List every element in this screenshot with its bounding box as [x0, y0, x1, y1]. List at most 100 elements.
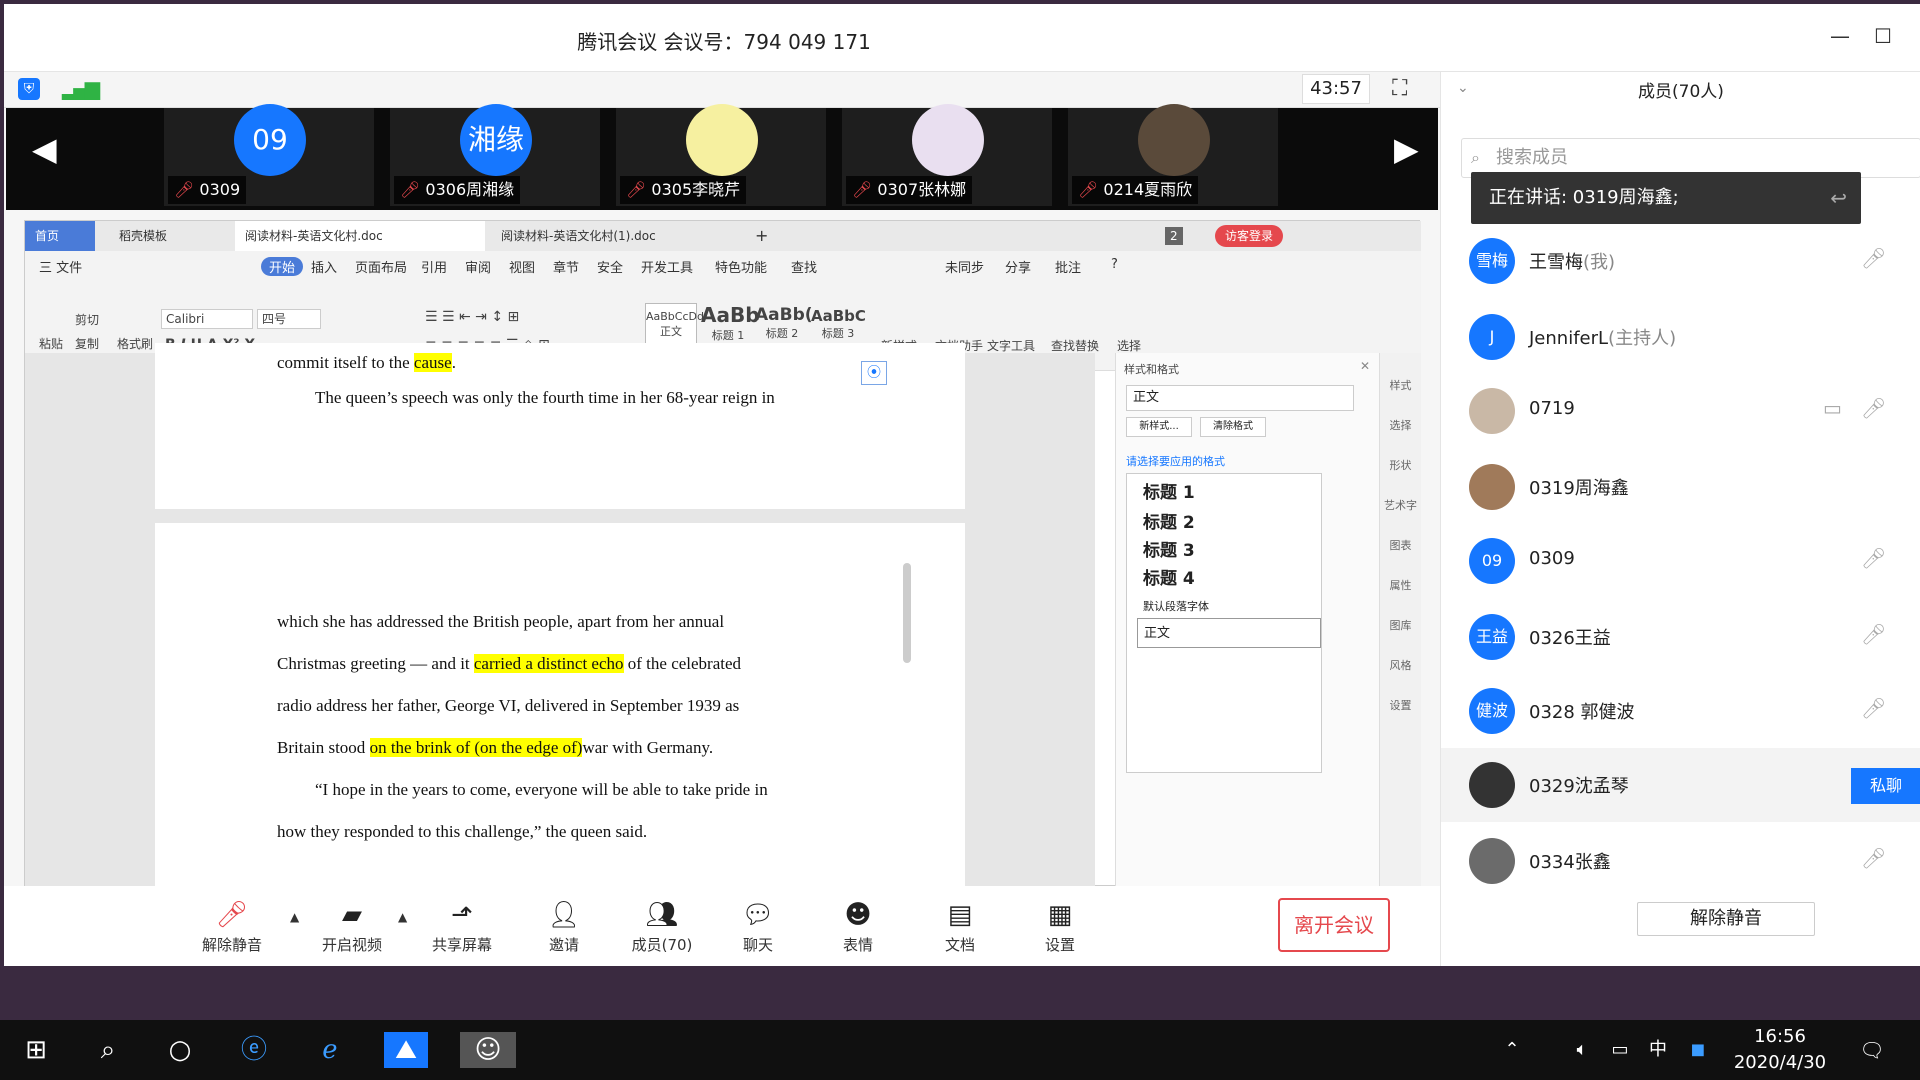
cortana-icon[interactable]: ○: [158, 1032, 202, 1068]
menu-layout[interactable]: 页面布局: [355, 257, 407, 276]
menu-view[interactable]: 视图: [509, 257, 535, 276]
minimize-button[interactable]: —: [1830, 24, 1850, 48]
menu-features[interactable]: 特色功能: [715, 257, 767, 276]
share-screen-button[interactable]: ⬏ 共享屏幕: [422, 898, 502, 955]
maximize-button[interactable]: ☐: [1874, 24, 1892, 48]
side-tool[interactable]: 选择: [1380, 417, 1421, 433]
member-row[interactable]: 0329沈孟琴 私聊: [1441, 748, 1920, 822]
cut-button[interactable]: 剪切: [75, 311, 99, 328]
emoji-button[interactable]: ☻ 表情: [818, 898, 898, 955]
menu-developer[interactable]: 开发工具: [641, 257, 693, 276]
member-row[interactable]: 王益 0326王益 🎤︎: [1441, 600, 1920, 674]
member-row[interactable]: 09 0309 🎤︎: [1441, 524, 1920, 598]
copy-button[interactable]: 复制: [75, 335, 99, 352]
style-heading3[interactable]: AaBbC 标题 3: [811, 307, 866, 341]
unmute-all-button[interactable]: 解除静音: [1637, 902, 1815, 936]
mic-muted-icon[interactable]: 🎤︎: [1861, 696, 1886, 720]
style-heading1[interactable]: AaBb 标题 1: [701, 303, 760, 343]
window-count-badge[interactable]: 2: [1165, 227, 1183, 245]
member-row[interactable]: J JenniferL(主持人): [1441, 300, 1920, 374]
new-tab-button[interactable]: +: [745, 221, 778, 251]
location-pin-icon[interactable]: ⦿: [861, 361, 887, 385]
side-tool[interactable]: 样式: [1380, 377, 1421, 393]
member-row[interactable]: 雪梅 王雪梅(我) 🎤︎: [1441, 224, 1920, 298]
font-size-select[interactable]: 四号: [257, 309, 321, 329]
video-tile[interactable]: 🎤︎ 0214夏雨欣: [1068, 104, 1278, 206]
mic-muted-icon[interactable]: 🎤︎: [1861, 622, 1886, 646]
mic-muted-icon[interactable]: 🎤︎: [1861, 246, 1886, 270]
side-tool[interactable]: 图库: [1380, 617, 1421, 633]
reply-arrow-icon[interactable]: ↩: [1830, 172, 1847, 224]
members-button[interactable]: 👥︎ 成员(70): [622, 898, 702, 955]
side-tool[interactable]: 艺术字: [1380, 497, 1421, 513]
ie-icon[interactable]: ℯ: [308, 1032, 352, 1068]
audio-options-caret-icon[interactable]: ▲: [290, 910, 299, 924]
style-heading2[interactable]: AaBb(标题 2: [755, 305, 813, 341]
video-tile[interactable]: 湘缘 🎤︎ 0306周湘缘: [390, 104, 600, 206]
menu-review[interactable]: 审阅: [465, 257, 491, 276]
side-tool[interactable]: 图表: [1380, 537, 1421, 553]
mic-muted-icon[interactable]: 🎤︎: [1861, 546, 1886, 570]
comment-button[interactable]: 批注: [1055, 257, 1081, 276]
menu-find[interactable]: 查找: [791, 257, 817, 276]
close-icon[interactable]: ✕: [1360, 359, 1370, 373]
paste-button[interactable]: 粘贴: [39, 335, 63, 352]
network-signal-icon[interactable]: ▂▄▆: [62, 76, 100, 100]
help-button[interactable]: ?: [1111, 257, 1118, 272]
notification-icon[interactable]: 🗨︎: [1850, 1032, 1894, 1068]
style-item[interactable]: 标题 3: [1137, 536, 1365, 566]
video-tile[interactable]: 🎤︎ 0307张林娜: [842, 104, 1052, 206]
wps-tab-doc2[interactable]: 阅读材料-英语文化村(1).doc: [491, 221, 666, 251]
format-painter-button[interactable]: 格式刷: [117, 335, 153, 352]
windows-start-icon[interactable]: ⊞: [14, 1032, 58, 1068]
find-replace-button[interactable]: 查找替换: [1051, 337, 1099, 354]
font-name-select[interactable]: Calibri: [161, 309, 253, 329]
tencent-meeting-icon[interactable]: ⛰: [384, 1032, 428, 1068]
clear-format-button[interactable]: 清除格式: [1200, 417, 1266, 437]
document-button[interactable]: ▤ 文档: [920, 898, 1000, 955]
video-tile[interactable]: 🎤︎ 0305李晓芹: [616, 104, 826, 206]
style-item[interactable]: 标题 1: [1137, 478, 1365, 508]
mic-muted-icon[interactable]: 🎤︎: [1861, 846, 1886, 870]
menu-home[interactable]: 开始: [261, 257, 304, 276]
app-icon[interactable]: ☺: [460, 1032, 516, 1068]
doc-scrollbar[interactable]: [903, 563, 911, 663]
video-tile[interactable]: 09 🎤︎ 0309: [164, 104, 374, 206]
private-chat-button[interactable]: 私聊: [1851, 768, 1920, 804]
leave-meeting-button[interactable]: 离开会议: [1278, 898, 1390, 952]
side-tool[interactable]: 风格: [1380, 657, 1421, 673]
chat-button[interactable]: 💬︎ 聊天: [718, 898, 798, 955]
style-item[interactable]: 正文: [1137, 618, 1321, 648]
new-style-button[interactable]: 新样式...: [1126, 417, 1192, 437]
menu-chapter[interactable]: 章节: [553, 257, 579, 276]
member-row[interactable]: 0719 ▭ 🎤︎: [1441, 374, 1920, 448]
select-button[interactable]: 选择: [1117, 337, 1141, 354]
sync-status[interactable]: 未同步: [945, 257, 984, 276]
wps-tab-templates[interactable]: 稻壳模板: [109, 221, 177, 251]
fullscreen-icon[interactable]: ⛶: [1392, 76, 1407, 101]
current-style-select[interactable]: 正文: [1126, 385, 1354, 411]
invite-button[interactable]: 👤︎ 邀请: [524, 898, 604, 955]
login-button[interactable]: 访客登录: [1215, 225, 1284, 247]
ime-indicator[interactable]: 中: [1636, 1032, 1680, 1068]
search-icon[interactable]: ⌕: [86, 1032, 130, 1068]
edge-icon[interactable]: ⓔ: [232, 1032, 276, 1068]
mic-icon[interactable]: 🎤︎: [1861, 396, 1886, 420]
start-video-button[interactable]: ▰ 开启视频: [312, 898, 392, 955]
wps-tab-doc1[interactable]: 阅读材料-英语文化村.doc: [235, 221, 485, 251]
wps-tab-home[interactable]: 首页: [25, 221, 95, 251]
menu-insert[interactable]: 插入: [311, 257, 337, 276]
unmute-button[interactable]: 🎤︎ 解除静音: [192, 898, 272, 955]
tray-chevron-icon[interactable]: ⌃: [1490, 1032, 1534, 1068]
menu-file[interactable]: 三 文件: [39, 257, 82, 276]
style-item[interactable]: 标题 2: [1137, 508, 1365, 538]
prev-arrow-icon[interactable]: ◀: [32, 130, 57, 168]
share-button[interactable]: 分享: [1005, 257, 1031, 276]
text-tools-button[interactable]: 文字工具: [987, 337, 1035, 354]
member-row[interactable]: 0334张鑫 🎤︎: [1441, 824, 1920, 898]
member-row[interactable]: 0319周海鑫: [1441, 450, 1920, 524]
side-tool[interactable]: 设置: [1380, 697, 1421, 713]
menu-reference[interactable]: 引用: [421, 257, 447, 276]
system-clock[interactable]: 16:56 2020/4/30: [1730, 1024, 1830, 1076]
video-options-caret-icon[interactable]: ▲: [398, 910, 407, 924]
